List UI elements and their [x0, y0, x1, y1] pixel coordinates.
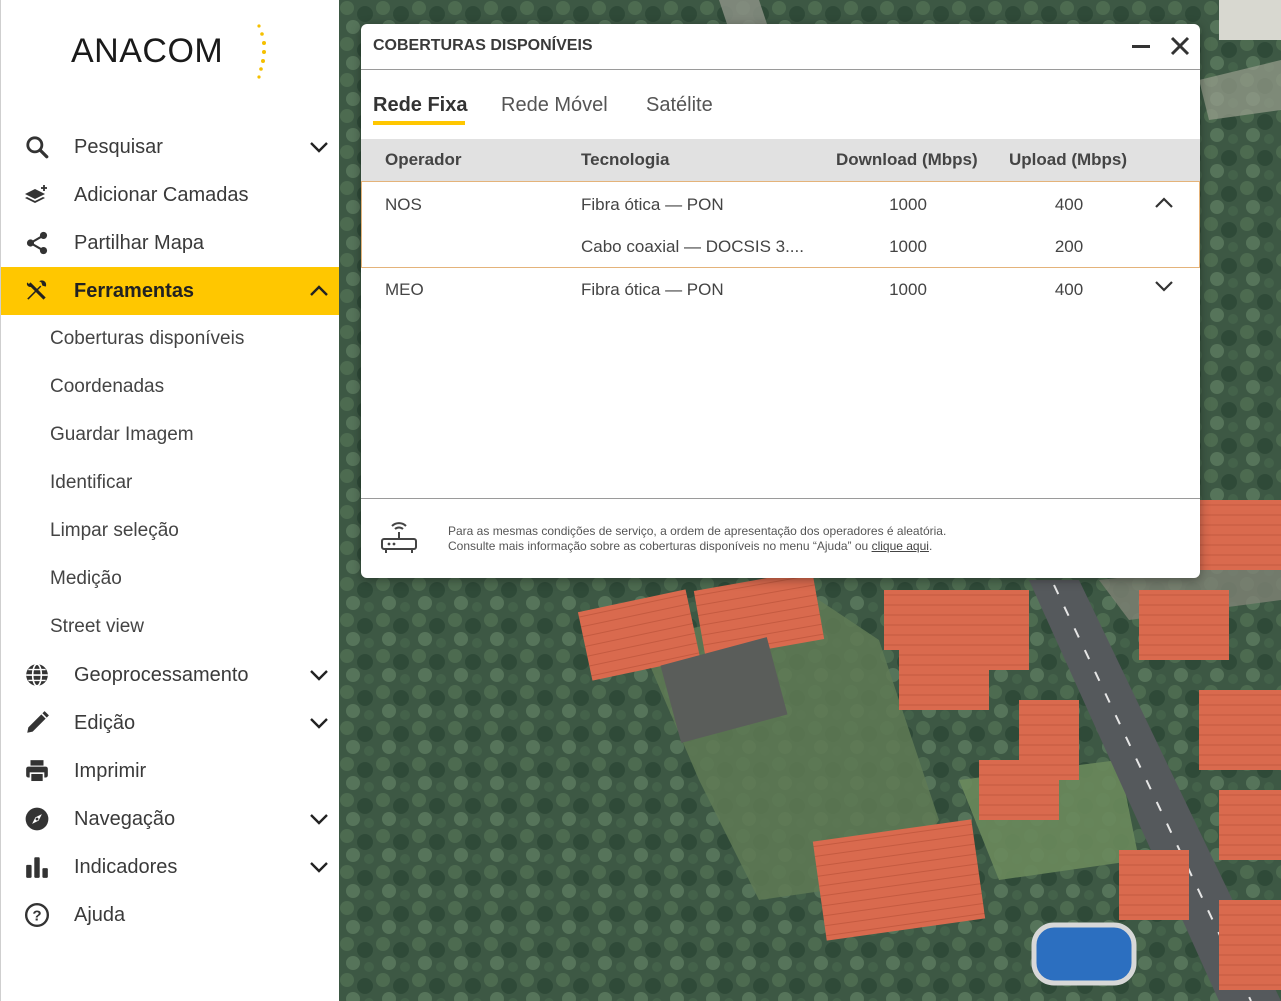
submenu-item-coordenadas[interactable]: Coordenadas [1, 363, 340, 411]
submenu-label: Medição [50, 568, 122, 589]
pencil-icon [23, 711, 51, 735]
search-icon [23, 135, 51, 159]
column-header-operador: Operador [385, 150, 462, 169]
submenu-item-identificar[interactable]: Identificar [1, 459, 340, 507]
sidebar-item-label: Ferramentas [74, 279, 195, 302]
minimize-icon[interactable] [1131, 36, 1151, 56]
submenu-label: Street view [50, 616, 144, 637]
share-icon [23, 231, 51, 255]
tab-rede-movel[interactable]: Rede Móvel [501, 94, 608, 117]
compass-icon [23, 807, 51, 831]
technology-cell: Cabo coaxial — DOCSIS 3.... [581, 237, 804, 256]
download-cell: 1000 [889, 195, 927, 214]
chevron-down-icon[interactable] [307, 809, 331, 829]
footer-note: Para as mesmas condições de serviço, a o… [448, 524, 946, 554]
chevron-up-icon[interactable] [1153, 194, 1175, 212]
submenu-label: Guardar Imagem [50, 424, 194, 445]
close-icon[interactable] [1169, 35, 1191, 57]
submenu-item-street-view[interactable]: Street view [1, 603, 340, 651]
dialog-footer: Para as mesmas condições de serviço, a o… [361, 498, 1200, 578]
sidebar-item-indicadores[interactable]: Indicadores [1, 843, 340, 891]
sidebar-item-label: Imprimir [74, 759, 147, 782]
printer-icon [23, 759, 51, 783]
submenu-label: Coberturas disponíveis [50, 328, 245, 349]
column-header-upload: Upload (Mbps) [1009, 150, 1128, 169]
chevron-down-icon[interactable] [1153, 277, 1175, 295]
submenu-item-limpar-selecao[interactable]: Limpar seleção [1, 507, 340, 555]
bar-chart-icon [23, 855, 51, 879]
tools-icon [23, 279, 51, 303]
footer-line-2: Consulte mais informação sobre as cobert… [448, 539, 946, 554]
sidebar-item-label: Indicadores [74, 855, 178, 878]
submenu-item-medicao[interactable]: Medição [1, 555, 340, 603]
sidebar-item-navegacao[interactable]: Navegação [1, 795, 340, 843]
submenu-label: Limpar seleção [50, 520, 179, 541]
footer-line-2-end: . [928, 539, 933, 553]
upload-cell: 200 [1054, 237, 1084, 256]
router-icon [381, 522, 417, 553]
anacom-logo: ANACOM [71, 24, 281, 80]
submenu-label: Coordenadas [50, 376, 165, 397]
svg-text:?: ? [32, 907, 41, 924]
sidebar-item-label: Partilhar Mapa [74, 231, 205, 254]
footer-line-1: Para as mesmas condições de serviço, a o… [448, 524, 947, 538]
submenu-label: Identificar [50, 472, 133, 493]
sidebar-item-partilhar-mapa[interactable]: Partilhar Mapa [1, 219, 340, 267]
logo-text: ANACOM [71, 32, 224, 70]
dialog-title: COBERTURAS DISPONÍVEIS [373, 37, 593, 54]
chevron-up-icon[interactable] [307, 281, 331, 301]
active-tab-indicator [373, 121, 465, 125]
sidebar-item-pesquisar[interactable]: Pesquisar [1, 123, 340, 171]
sidebar-item-ferramentas[interactable]: Ferramentas [1, 267, 340, 315]
operator-name: NOS [385, 195, 422, 214]
sidebar-item-label: Adicionar Camadas [74, 183, 249, 206]
sidebar-item-adicionar-camadas[interactable]: Adicionar Camadas [1, 171, 340, 219]
download-cell: 1000 [889, 280, 927, 299]
logo-dots-icon [257, 24, 266, 79]
layers-add-icon [23, 183, 51, 207]
upload-cell: 400 [1054, 280, 1084, 299]
table-row-group-nos: NOS Fibra ótica — PON 1000 400 Cabo coax… [361, 181, 1200, 268]
sidebar-item-label: Pesquisar [74, 135, 163, 158]
chevron-down-icon[interactable] [307, 713, 331, 733]
download-cell: 1000 [889, 237, 927, 256]
technology-cell: Fibra ótica — PON [581, 280, 724, 299]
tab-satelite[interactable]: Satélite [646, 94, 713, 117]
column-header-tecnologia: Tecnologia [581, 150, 670, 169]
operator-name: MEO [385, 280, 424, 299]
sidebar-item-geoprocessamento[interactable]: Geoprocessamento [1, 651, 340, 699]
tab-rede-fixa[interactable]: Rede Fixa [373, 94, 467, 117]
submenu-item-coberturas[interactable]: Coberturas disponíveis [1, 315, 340, 363]
dialog-header: COBERTURAS DISPONÍVEIS [361, 24, 1200, 70]
sidebar-item-imprimir[interactable]: Imprimir [1, 747, 340, 795]
column-header-download: Download (Mbps) [836, 150, 978, 169]
submenu-item-guardar-imagem[interactable]: Guardar Imagem [1, 411, 340, 459]
sidebar-item-edicao[interactable]: Edição [1, 699, 340, 747]
table-row-meo[interactable]: MEO Fibra ótica — PON 1000 400 [361, 267, 1200, 309]
sidebar: ANACOM Pesquisar Adicionar Camadas Parti… [0, 0, 340, 1001]
table-header: Operador Tecnologia Download (Mbps) Uplo… [361, 139, 1200, 181]
chevron-down-icon[interactable] [307, 857, 331, 877]
clique-aqui-link[interactable]: clique aqui [872, 539, 929, 553]
help-icon: ? [23, 902, 51, 928]
sidebar-item-label: Ajuda [74, 903, 126, 926]
upload-cell: 400 [1054, 195, 1084, 214]
sidebar-item-label: Navegação [74, 807, 176, 830]
footer-line-2-text: Consulte mais informação sobre as cobert… [448, 539, 872, 553]
globe-icon [23, 663, 51, 687]
sidebar-item-ajuda[interactable]: ? Ajuda [1, 891, 340, 939]
technology-cell: Fibra ótica — PON [581, 195, 724, 214]
sidebar-item-label: Geoprocessamento [74, 663, 249, 686]
chevron-down-icon[interactable] [307, 665, 331, 685]
coberturas-dialog: COBERTURAS DISPONÍVEIS Rede Fixa Rede Mó… [361, 24, 1200, 578]
chevron-down-icon[interactable] [307, 137, 331, 157]
sidebar-item-label: Edição [74, 711, 136, 734]
